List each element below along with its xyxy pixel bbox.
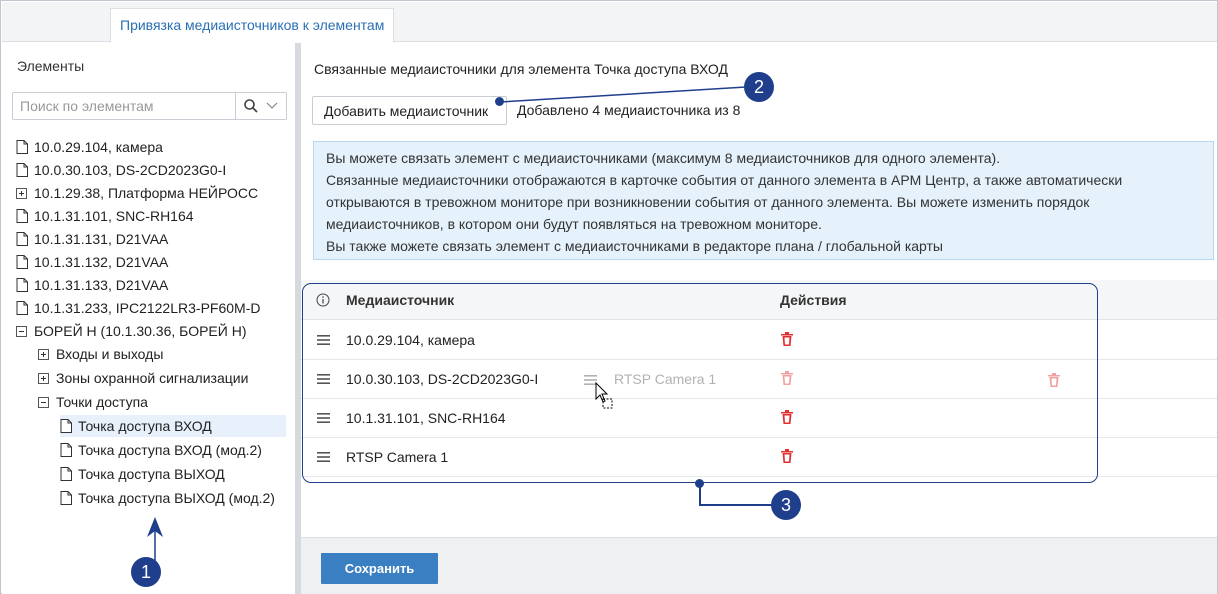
document-icon xyxy=(60,467,72,481)
document-icon xyxy=(60,491,72,505)
info-message: Вы можете связать элемент с медиаисточни… xyxy=(313,141,1214,260)
tree-node-label: 10.0.29.104, камера xyxy=(34,139,163,155)
expand-icon[interactable] xyxy=(16,188,27,199)
tree-node-label: Входы и выходы xyxy=(56,346,164,362)
tree-node[interactable]: 10.1.31.131, D21VAA xyxy=(16,228,286,250)
tree-node-label: 10.1.31.233, IPC2122LR3-PF60M-D xyxy=(34,300,261,316)
tree-node[interactable]: 10.0.29.104, камера xyxy=(16,136,286,158)
tab-bar: Привязка медиаисточников к элементам xyxy=(2,2,1217,43)
add-media-source-button[interactable]: Добавить медиаисточник xyxy=(312,96,507,125)
collapse-icon[interactable] xyxy=(16,326,27,337)
footer-bar: Сохранить xyxy=(301,537,1217,594)
document-icon xyxy=(16,301,28,315)
document-icon xyxy=(16,140,28,154)
tree-node[interactable]: БОРЕЙ Н (10.1.30.36, БОРЕЙ Н) xyxy=(16,320,286,342)
tree-node[interactable]: Точка доступа ВХОД xyxy=(60,415,286,437)
collapse-icon[interactable] xyxy=(38,397,49,408)
tree-node-label: Точка доступа ВХОД (мод.2) xyxy=(78,442,262,458)
app-window: Привязка медиаисточников к элементам Эле… xyxy=(0,0,1218,594)
callout-badge-1: 1 xyxy=(131,557,161,587)
document-icon xyxy=(60,443,72,457)
expand-icon[interactable] xyxy=(38,373,49,384)
tab-media-binding[interactable]: Привязка медиаисточников к элементам xyxy=(110,8,395,43)
tree-node[interactable]: Точка доступа ВЫХОД (мод.2) xyxy=(60,487,286,509)
tree-node[interactable]: 10.1.31.101, SNC-RH164 xyxy=(16,205,286,227)
tree-node-label: 10.0.30.103, DS-2CD2023G0-I xyxy=(34,162,227,178)
tree-node-label: Точка доступа ВХОД xyxy=(78,418,212,434)
callout-line xyxy=(499,86,747,103)
tree-node-label: Точки доступа xyxy=(56,394,148,410)
document-icon xyxy=(60,419,72,433)
save-button[interactable]: Сохранить xyxy=(321,553,438,584)
search-box xyxy=(12,92,287,120)
callout-badge-2: 2 xyxy=(744,72,774,102)
search-icon[interactable] xyxy=(243,98,259,114)
document-icon xyxy=(16,163,28,177)
tree-node[interactable]: Точка доступа ВХОД (мод.2) xyxy=(60,439,286,461)
callout-badge-3: 3 xyxy=(771,490,801,520)
search-separator xyxy=(235,93,236,119)
tree-node-label: 10.1.31.133, D21VAA xyxy=(34,277,169,293)
arrow-up-icon xyxy=(147,517,163,561)
tree-node[interactable]: Точка доступа ВЫХОД xyxy=(60,463,286,485)
tree-node[interactable]: 10.1.31.132, D21VAA xyxy=(16,251,286,273)
callout-line xyxy=(699,504,773,506)
tree-node[interactable]: 10.1.31.133, D21VAA xyxy=(16,274,286,296)
tree-node-label: 10.1.31.131, D21VAA xyxy=(34,231,169,247)
tree-node[interactable]: 10.1.29.38, Платформа НЕЙРОСС xyxy=(16,182,286,204)
panel-title: Связанные медиаисточники для элемента То… xyxy=(314,61,728,77)
info-line: медиаисточников, в котором они будут поя… xyxy=(326,216,822,232)
callout-frame-table xyxy=(302,283,1098,483)
tree-node-label: 10.1.31.132, D21VAA xyxy=(34,254,169,270)
tree-node-label: 10.1.29.38, Платформа НЕЙРОСС xyxy=(34,185,259,201)
document-icon xyxy=(16,255,28,269)
elements-panel: Элементы 10.0.29.104, камера 10.0.30.103,… xyxy=(2,43,295,594)
tree-node[interactable]: Входы и выходы xyxy=(38,343,286,365)
tree-node-label: Зоны охранной сигнализации xyxy=(56,370,249,386)
document-icon xyxy=(16,209,28,223)
tree-node[interactable]: Зоны охранной сигнализации xyxy=(38,367,286,389)
tree-node-label: БОРЕЙ Н (10.1.30.36, БОРЕЙ Н) xyxy=(34,323,247,339)
document-icon xyxy=(16,278,28,292)
callout-line xyxy=(699,483,701,505)
tree-node-label: Точка доступа ВЫХОД xyxy=(78,466,225,482)
info-line: Связанные медиаисточники отображаются в … xyxy=(326,172,1123,188)
info-line: открываются в тревожном мониторе при воз… xyxy=(326,194,1090,210)
chevron-down-icon[interactable] xyxy=(266,101,278,111)
info-line: Вы также можете связать элемент с медиаи… xyxy=(326,238,943,254)
elements-title: Элементы xyxy=(17,58,85,74)
expand-icon[interactable] xyxy=(38,349,49,360)
tree-node-label: Точка доступа ВЫХОД (мод.2) xyxy=(78,490,275,506)
search-input[interactable] xyxy=(13,93,235,119)
info-line: Вы можете связать элемент с медиаисточни… xyxy=(326,150,1001,166)
tree-node-label: 10.1.31.101, SNC-RH164 xyxy=(34,208,194,224)
tree-node[interactable]: Точки доступа xyxy=(38,391,286,413)
document-icon xyxy=(16,232,28,246)
tree-node[interactable]: 10.0.30.103, DS-2CD2023G0-I xyxy=(16,159,286,181)
tree-node[interactable]: 10.1.31.233, IPC2122LR3-PF60M-D xyxy=(16,297,286,319)
